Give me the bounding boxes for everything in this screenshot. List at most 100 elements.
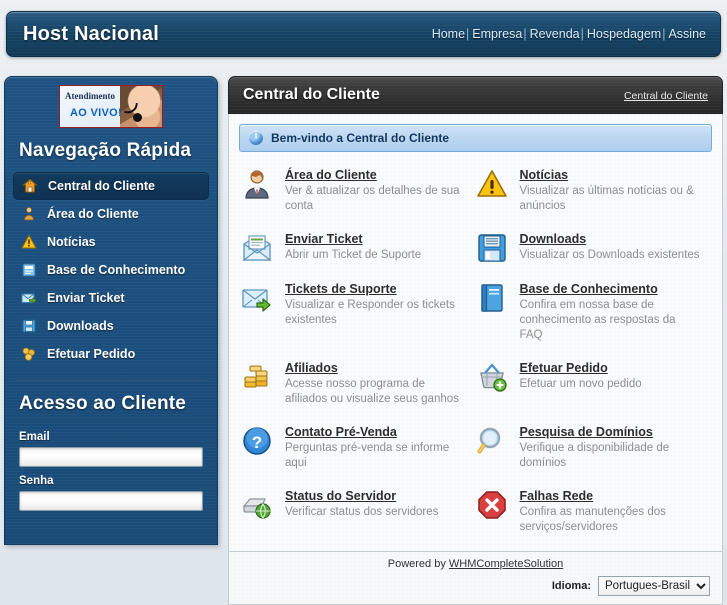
shortcut-desc: Verifique a disponibilidade de domínios bbox=[519, 442, 670, 469]
shortcut-pesquisa-de-dominios[interactable]: Pesquisa de Domínios Verifique a disponi… bbox=[476, 423, 711, 471]
shortcut-efetuar-pedido[interactable]: Efetuar Pedido Efetuar um novo pedido bbox=[476, 359, 711, 407]
sidebar-item-label: Efetuar Pedido bbox=[47, 347, 136, 361]
shortcut-noticias[interactable]: Notícias Visualizar as últimas notícias … bbox=[476, 166, 711, 214]
shortcut-downloads[interactable]: Downloads Visualizar os Downloads existe… bbox=[476, 230, 711, 264]
magnifier-icon bbox=[476, 425, 508, 457]
shortcut-title[interactable]: Notícias bbox=[520, 168, 569, 182]
language-select[interactable]: Portugues-Brasil bbox=[598, 576, 710, 596]
site-brand: Host Nacional bbox=[23, 23, 159, 45]
shortcut-title[interactable]: Enviar Ticket bbox=[285, 232, 363, 246]
shortcut-desc: Visualizar os Downloads existentes bbox=[519, 249, 700, 261]
nav-separator: | bbox=[580, 27, 584, 41]
banner-line-1: Atendimento bbox=[65, 91, 115, 101]
password-label: Senha bbox=[19, 475, 54, 487]
sidebar-item-area-do-cliente[interactable]: Área do Cliente bbox=[13, 200, 209, 228]
email-input[interactable] bbox=[19, 447, 203, 467]
question-mark-icon: ? bbox=[241, 425, 273, 457]
nav-link-revenda[interactable]: Revenda bbox=[530, 27, 580, 41]
sidebar-item-label: Área do Cliente bbox=[47, 207, 139, 221]
login-panel-title: Acesso ao Cliente bbox=[19, 393, 187, 414]
password-input[interactable] bbox=[19, 491, 203, 511]
primary-nav: Home| Empresa| Revenda| Hospedagem| Assine bbox=[432, 27, 706, 41]
shortcut-title[interactable]: Downloads bbox=[520, 232, 587, 246]
content-panel: Bem-vindo a Central do Cliente Área do C… bbox=[228, 114, 723, 552]
breadcrumb[interactable]: Central do Cliente bbox=[624, 90, 708, 102]
shortcut-title[interactable]: Tickets de Suporte bbox=[285, 282, 397, 296]
shortcut-title[interactable]: Base de Conhecimento bbox=[520, 282, 658, 296]
warning-triangle-icon bbox=[476, 168, 508, 200]
envelope-arrow-icon bbox=[241, 282, 273, 314]
shortcut-desc: Efetuar um novo pedido bbox=[519, 378, 642, 390]
sidebar-item-label: Downloads bbox=[47, 319, 114, 333]
main-content: Central do Cliente Central do Cliente Be… bbox=[228, 76, 723, 605]
sidebar-item-efetuar-pedido[interactable]: Efetuar Pedido bbox=[13, 340, 209, 368]
sidebar-item-noticias[interactable]: Notícias bbox=[13, 228, 209, 256]
user-profile-icon bbox=[241, 168, 273, 200]
sidebar-nav-list: Central do Cliente Área do Cliente Notíc… bbox=[5, 170, 217, 368]
whmcs-link[interactable]: WHMCompleteSolution bbox=[449, 558, 563, 570]
welcome-text: Bem-vindo a Central do Cliente bbox=[271, 131, 450, 145]
nav-link-home[interactable]: Home bbox=[432, 27, 465, 41]
sidebar-item-label: Notícias bbox=[47, 235, 96, 249]
shortcut-contato-pre-venda[interactable]: ? Contato Pré-Venda Perguntas pré-venda … bbox=[241, 423, 476, 471]
mail-send-icon bbox=[21, 290, 37, 306]
shortcut-desc: Acesse nosso programa de afiliados ou vi… bbox=[285, 378, 459, 405]
live-support-banner[interactable]: Atendimento AO VIVO! bbox=[59, 85, 163, 128]
user-icon bbox=[21, 206, 37, 222]
nav-link-assine[interactable]: Assine bbox=[668, 27, 706, 41]
powered-by: Powered by WHMCompleteSolution bbox=[241, 558, 710, 570]
book-icon bbox=[21, 262, 37, 278]
warning-icon bbox=[21, 234, 37, 250]
sidebar-item-label: Base de Conhecimento bbox=[47, 263, 186, 277]
shortcut-area-do-cliente[interactable]: Área do Cliente Ver & atualizar os detal… bbox=[241, 166, 476, 214]
shortcut-desc: Confira em nossa base de conhecimento as… bbox=[519, 299, 676, 341]
nav-link-empresa[interactable]: Empresa bbox=[472, 27, 522, 41]
floppy-icon bbox=[21, 318, 37, 334]
nav-separator: | bbox=[523, 27, 527, 41]
server-globe-icon bbox=[241, 489, 273, 521]
sidebar-item-label: Enviar Ticket bbox=[47, 291, 125, 305]
shortcut-title[interactable]: Falhas Rede bbox=[520, 489, 594, 503]
shortcut-title[interactable]: Área do Cliente bbox=[285, 168, 377, 182]
welcome-banner: Bem-vindo a Central do Cliente bbox=[239, 124, 712, 152]
shortcut-afiliados[interactable]: Afiliados Acesse nosso programa de afili… bbox=[241, 359, 476, 407]
shortcut-title[interactable]: Contato Pré-Venda bbox=[285, 425, 397, 439]
sidebar-nav-title: Navegação Rápida bbox=[19, 140, 192, 161]
sidebar-item-central-do-cliente[interactable]: Central do Cliente bbox=[13, 172, 209, 200]
shortcut-title[interactable]: Status do Servidor bbox=[285, 489, 396, 503]
shortcut-falhas-rede[interactable]: Falhas Rede Confira as manutenções dos s… bbox=[476, 487, 711, 535]
page-title: Central do Cliente bbox=[243, 86, 380, 103]
shortcut-title[interactable]: Efetuar Pedido bbox=[520, 361, 608, 375]
page-footer: Powered by WHMCompleteSolution Idioma: P… bbox=[228, 552, 723, 605]
page-header-bar: Central do Cliente Central do Cliente bbox=[228, 76, 723, 114]
sidebar-item-label: Central do Cliente bbox=[48, 179, 155, 193]
shortcut-base-de-conhecimento[interactable]: Base de Conhecimento Confira em nossa ba… bbox=[476, 280, 711, 343]
shortcut-desc: Verificar status dos servidores bbox=[285, 506, 439, 518]
shortcut-enviar-ticket[interactable]: Enviar Ticket Abrir um Ticket de Suporte bbox=[241, 230, 476, 264]
shortcut-desc: Visualizar as últimas notícias ou & anún… bbox=[519, 185, 694, 212]
language-row: Idioma: Portugues-Brasil bbox=[241, 576, 710, 596]
shortcut-title[interactable]: Pesquisa de Domínios bbox=[520, 425, 653, 439]
sidebar: Atendimento AO VIVO! Navegação Rápida Ce… bbox=[4, 76, 218, 545]
shortcut-status-do-servidor[interactable]: Status do Servidor Verificar status dos … bbox=[241, 487, 476, 535]
cart-icon bbox=[21, 346, 37, 362]
headset-mic-icon bbox=[133, 113, 142, 122]
email-label: Email bbox=[19, 431, 50, 443]
coins-icon bbox=[241, 361, 273, 393]
floppy-disk-icon bbox=[476, 232, 508, 264]
nav-link-hospedagem[interactable]: Hospedagem bbox=[587, 27, 661, 41]
sidebar-item-downloads[interactable]: Downloads bbox=[13, 312, 209, 340]
sidebar-item-enviar-ticket[interactable]: Enviar Ticket bbox=[13, 284, 209, 312]
banner-line-2: AO VIVO! bbox=[70, 107, 122, 119]
open-envelope-icon bbox=[241, 232, 273, 264]
error-octagon-icon bbox=[476, 489, 508, 521]
shortcut-tickets-de-suporte[interactable]: Tickets de Suporte Visualizar e Responde… bbox=[241, 280, 476, 343]
info-icon bbox=[249, 130, 263, 145]
language-label: Idioma: bbox=[551, 580, 591, 592]
svg-text:?: ? bbox=[252, 433, 262, 452]
site-header: Host Nacional Home| Empresa| Revenda| Hospe… bbox=[6, 11, 721, 57]
sidebar-item-base-de-conhecimento[interactable]: Base de Conhecimento bbox=[13, 256, 209, 284]
shopping-basket-add-icon bbox=[476, 361, 508, 393]
shortcut-title[interactable]: Afiliados bbox=[285, 361, 338, 375]
shortcut-desc: Perguntas pré-venda se informe aqui bbox=[285, 442, 450, 469]
